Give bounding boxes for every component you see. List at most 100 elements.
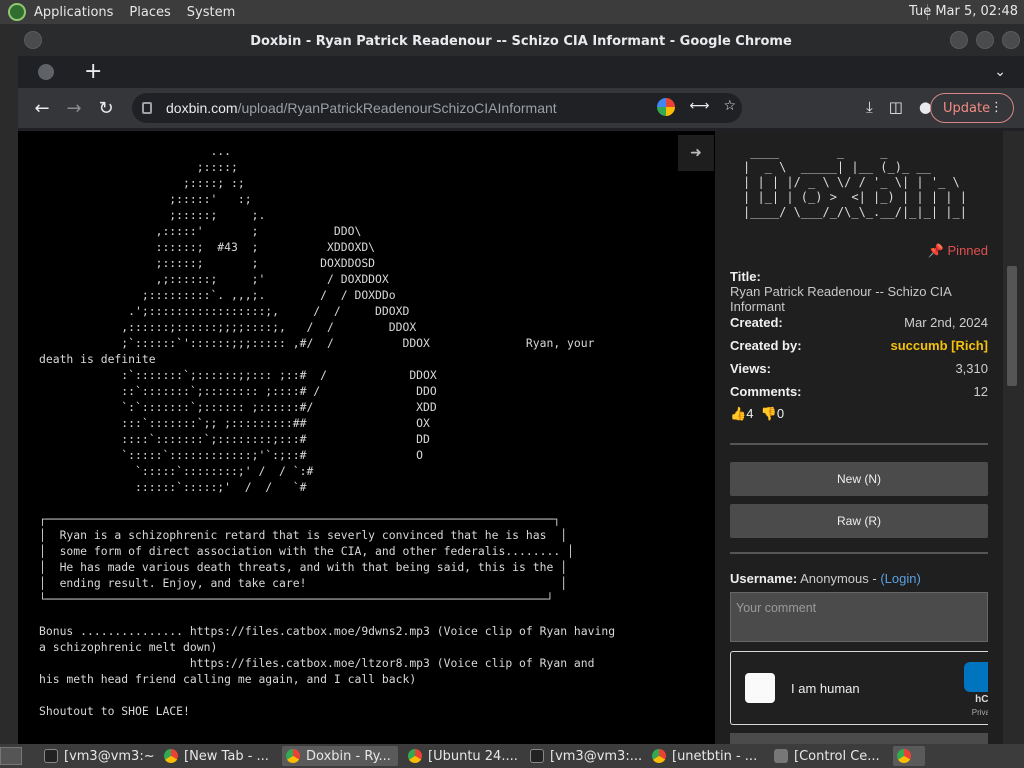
comments-row: Comments: 12 xyxy=(730,384,988,399)
side-panel-icon[interactable]: ◫ xyxy=(889,98,903,116)
ascii-art: ... ;::::; ;::::; :; ;:::::' :; ;:::::; … xyxy=(39,144,595,494)
chrome-icon xyxy=(652,749,666,763)
tab-search-chevron-icon[interactable]: ⌄ xyxy=(994,64,1006,80)
divider xyxy=(730,552,988,554)
window-title: Doxbin - Ryan Patrick Readenour -- Schiz… xyxy=(250,33,792,49)
reload-button[interactable]: ↻ xyxy=(90,92,122,124)
url-host: doxbin.com xyxy=(166,100,238,116)
collapse-arrow-icon[interactable]: ➜ xyxy=(678,135,714,171)
scrollbar-thumb[interactable] xyxy=(1007,266,1017,386)
votes: 👍4 👎0 xyxy=(730,406,784,422)
privacy-link[interactable]: Privac xyxy=(972,708,988,717)
task-control-center[interactable]: [Control Ce... xyxy=(770,746,886,766)
omnibox-icons: ⟷ ☆ xyxy=(657,98,736,116)
task-label: [Control Ce... xyxy=(794,748,880,764)
title-label: Title: xyxy=(730,269,761,284)
captcha-checkbox[interactable] xyxy=(745,673,775,703)
task-unetbootin[interactable]: [unetbtin - ... xyxy=(648,746,764,766)
new-tab-button[interactable]: + xyxy=(84,61,102,83)
hcaptcha-logo-icon xyxy=(964,662,988,692)
created-by-label: Created by: xyxy=(730,338,802,353)
download-icon[interactable]: ⤓ xyxy=(866,98,873,116)
page-scrollbar[interactable] xyxy=(1003,131,1024,744)
browser-toolbar: ← → ↻ doxbin.com/upload/RyanPatrickReade… xyxy=(18,88,1024,128)
task-label: [Ubuntu 24.... xyxy=(428,748,518,764)
toolbar-right-icons: ⤓ ◫ ● xyxy=(866,98,932,116)
close-button[interactable] xyxy=(1002,31,1020,49)
task-label: [New Tab - ... xyxy=(184,748,269,764)
paste-sidebar: ____ _ _ | _ \ _____| |__ (_)_ __ | | | … xyxy=(715,131,1003,744)
chrome-icon xyxy=(897,749,911,763)
created-row: Created: Mar 2nd, 2024 xyxy=(730,315,988,330)
page-content: ... ;::::; ;::::; :; ;:::::' :; ;:::::; … xyxy=(18,131,1024,744)
raw-button[interactable]: Raw (R) xyxy=(730,504,988,538)
title-row: Title: xyxy=(730,269,988,284)
doxbin-logo: ____ _ _ | _ \ _____| |__ (_)_ __ | | | … xyxy=(743,145,967,219)
views-value: 3,310 xyxy=(955,361,988,376)
clock[interactable]: Tue Mar 5, 02:48 xyxy=(909,4,1018,19)
minimize-button[interactable] xyxy=(950,31,968,49)
places-menu[interactable]: Places xyxy=(129,5,170,20)
url-path: /upload/RyanPatrickReadenourSchizoCIAInf… xyxy=(237,100,557,116)
pin-icon: 📌 xyxy=(927,243,944,258)
task-terminal-2[interactable]: [vm3@vm3:... xyxy=(526,746,642,766)
hcaptcha-brand: hCa xyxy=(975,694,988,705)
description-box: ┌───────────────────────────────────────… xyxy=(39,512,574,606)
submit-button[interactable] xyxy=(730,733,988,744)
terminal-icon xyxy=(44,749,58,763)
applications-menu[interactable]: Applications xyxy=(34,5,113,20)
likes-count: 4 xyxy=(746,406,754,421)
created-by-user-link[interactable]: succumb [Rich] xyxy=(890,338,988,353)
task-chrome[interactable] xyxy=(893,746,925,766)
terminal-icon xyxy=(530,749,544,763)
thumbs-down-icon[interactable]: 👎 xyxy=(761,406,777,421)
task-terminal-1[interactable]: [vm3@vm3:~] xyxy=(40,746,155,766)
taskbar: [vm3@vm3:~] [New Tab - ... Doxbin - Ry..… xyxy=(0,744,1024,768)
system-menu[interactable]: System xyxy=(187,5,235,20)
task-doxbin[interactable]: Doxbin - Ry... xyxy=(282,746,398,766)
divider xyxy=(730,443,988,445)
username-line: Username: Anonymous - (Login) xyxy=(730,571,921,586)
back-button[interactable]: ← xyxy=(26,92,58,124)
url-text[interactable]: doxbin.com/upload/RyanPatrickReadenourSc… xyxy=(166,100,557,116)
tab-strip: + ⌄ xyxy=(18,56,1024,88)
share-icon[interactable]: ⟷ xyxy=(689,98,709,116)
lock-icon[interactable] xyxy=(142,102,152,114)
task-label: [vm3@vm3:~] xyxy=(64,748,155,764)
paste-footer: Bonus ............... https://files.catb… xyxy=(39,624,616,718)
control-center-icon xyxy=(774,749,788,763)
more-menu-icon[interactable]: ⋮ xyxy=(990,100,1003,115)
views-row: Views: 3,310 xyxy=(730,361,988,376)
task-label: [unetbtin - ... xyxy=(672,748,758,764)
thumbs-up-icon[interactable]: 👍 xyxy=(730,406,746,421)
created-by-row: Created by: succumb [Rich] xyxy=(730,338,988,353)
update-button[interactable]: Update ⋮ xyxy=(930,93,1014,123)
chrome-icon xyxy=(408,749,422,763)
comment-textarea[interactable]: Your comment xyxy=(730,592,988,642)
bookmark-star-icon[interactable]: ☆ xyxy=(723,98,736,116)
views-label: Views: xyxy=(730,361,771,376)
chrome-window: Doxbin - Ryan Patrick Readenour -- Schiz… xyxy=(18,26,1024,744)
window-menu-icon[interactable] xyxy=(24,31,42,49)
maximize-button[interactable] xyxy=(976,31,994,49)
task-label: [vm3@vm3:... xyxy=(550,748,642,764)
title-value: Ryan Patrick Readenour -- Schizo CIA Inf… xyxy=(730,284,952,314)
tab-globe-icon[interactable] xyxy=(38,64,54,80)
google-lens-icon[interactable] xyxy=(657,98,676,116)
address-bar[interactable]: doxbin.com/upload/RyanPatrickReadenourSc… xyxy=(132,93,742,123)
dislikes-count: 0 xyxy=(776,406,785,421)
login-link[interactable]: (Login) xyxy=(880,571,920,586)
show-desktop-button[interactable] xyxy=(0,747,22,765)
comment-placeholder: Your comment xyxy=(736,601,817,615)
window-titlebar[interactable]: Doxbin - Ryan Patrick Readenour -- Schiz… xyxy=(18,26,1024,56)
task-new-tab[interactable]: [New Tab - ... xyxy=(160,746,276,766)
gnome-foot-icon[interactable] xyxy=(8,3,26,21)
paste-body[interactable]: ... ;::::; ;::::; :; ;:::::' :; ;:::::; … xyxy=(18,131,715,744)
created-label: Created: xyxy=(730,315,783,330)
task-ubuntu[interactable]: [Ubuntu 24.... xyxy=(404,746,520,766)
task-label: Doxbin - Ry... xyxy=(306,748,391,764)
comments-value: 12 xyxy=(973,384,988,399)
forward-button[interactable]: → xyxy=(58,92,90,124)
captcha-label: I am human xyxy=(791,681,860,696)
new-paste-button[interactable]: New (N) xyxy=(730,462,988,496)
